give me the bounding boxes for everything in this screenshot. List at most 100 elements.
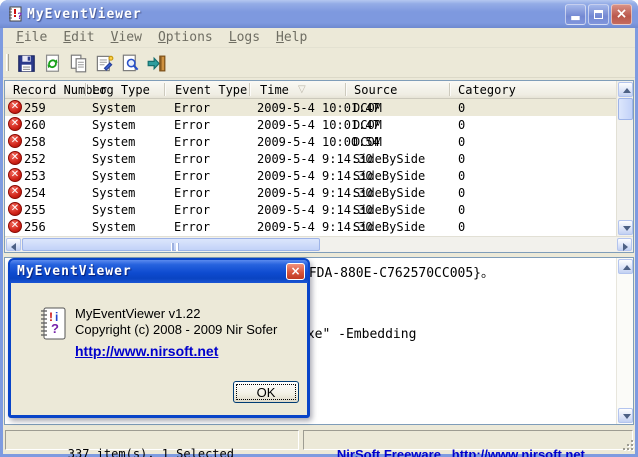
column-separator[interactable]: [85, 83, 86, 96]
minimize-icon: ▬: [570, 11, 581, 24]
scroll-left-button[interactable]: [6, 238, 21, 251]
maximize-button[interactable]: [588, 4, 609, 25]
column-separator[interactable]: [164, 83, 165, 96]
cell-category: 0: [458, 152, 466, 166]
toolbar-grip: [6, 54, 9, 71]
cell-log-type: System: [92, 220, 136, 234]
arrow-left-icon: [11, 243, 16, 251]
dialog-title-bar[interactable]: MyEventViewer ×: [10, 260, 308, 283]
column-source[interactable]: Source: [354, 83, 397, 97]
app-notebook-icon: ?: [9, 6, 22, 22]
column-separator[interactable]: [449, 83, 450, 96]
cell-source: SideBySide: [353, 220, 426, 234]
scroll-down-button[interactable]: [618, 220, 633, 235]
column-separator[interactable]: [249, 83, 250, 96]
status-items-panel: 337 item(s), 1 Selected: [5, 430, 299, 457]
find-icon: [122, 54, 138, 71]
menu-edit[interactable]: Edit: [55, 29, 102, 47]
cell-log-type: System: [92, 203, 136, 217]
refresh-button[interactable]: [39, 51, 65, 76]
column-log-type[interactable]: Log Type: [92, 83, 150, 97]
menu-logs[interactable]: Logs: [221, 29, 268, 47]
cell-source: DCOM: [353, 118, 382, 132]
error-icon: ✕: [8, 219, 22, 233]
event-row[interactable]: ✕ 258 System Error 2009-5-4 10:00:54 DCO…: [5, 133, 616, 150]
cell-source: SideBySide: [353, 203, 426, 217]
event-row[interactable]: ✕ 254 System Error 2009-5-4 9:14:30 Side…: [5, 184, 616, 201]
cell-log-type: System: [92, 118, 136, 132]
arrow-down-icon: [623, 414, 631, 419]
cell-log-type: System: [92, 135, 136, 149]
save-button[interactable]: [13, 51, 39, 76]
scroll-right-button[interactable]: [617, 238, 632, 251]
cell-event-type: Error: [174, 135, 211, 149]
cell-source: DCOM: [353, 135, 382, 149]
toolbar: [3, 49, 635, 78]
resize-grip[interactable]: [620, 437, 633, 450]
event-row[interactable]: ✕ 260 System Error 2009-5-4 10:01:47 DCO…: [5, 116, 616, 133]
scroll-thumb[interactable]: [22, 238, 320, 251]
cell-event-type: Error: [174, 203, 211, 217]
scroll-up-button[interactable]: [618, 82, 633, 97]
refresh-icon: [45, 54, 59, 72]
event-row[interactable]: ✕ 259 System Error 2009-5-4 10:01:47 DCO…: [5, 99, 616, 116]
error-icon: ✕: [8, 100, 22, 114]
cell-event-type: Error: [174, 220, 211, 234]
status-branding-text: NirSoft Freeware. http://www.nirsoft.net: [336, 447, 585, 457]
details-vertical-scrollbar[interactable]: [616, 258, 633, 424]
arrow-up-icon: [623, 265, 631, 270]
ok-button[interactable]: OK: [233, 381, 299, 403]
cell-category: 0: [458, 203, 466, 217]
scroll-thumb[interactable]: [618, 98, 633, 120]
save-icon: [17, 54, 35, 72]
nirsoft-link[interactable]: http://www.nirsoft.net: [75, 343, 218, 359]
menu-help[interactable]: Help: [268, 29, 315, 47]
column-event-type[interactable]: Event Type: [175, 83, 247, 97]
list-horizontal-scrollbar[interactable]: [5, 236, 633, 252]
cell-category: 0: [458, 135, 466, 149]
about-dialog: MyEventViewer × ! i ? MyEventViewer v1.2…: [8, 258, 310, 418]
event-row[interactable]: ✕ 253 System Error 2009-5-4 9:14:30 Side…: [5, 167, 616, 184]
menu-file[interactable]: File: [8, 29, 55, 47]
close-icon: ×: [290, 264, 301, 278]
cell-event-type: Error: [174, 101, 211, 115]
cell-record-number: 258: [24, 135, 46, 149]
status-bar: 337 item(s), 1 Selected NirSoft Freeware…: [3, 428, 635, 457]
menu-view[interactable]: View: [103, 29, 150, 47]
client-area: File Edit View Options Logs Help Record …: [3, 28, 635, 457]
exit-icon: [147, 55, 165, 71]
cell-category: 0: [458, 186, 466, 200]
minimize-button[interactable]: ▬: [565, 4, 586, 25]
copy-button[interactable]: [65, 51, 91, 76]
event-row[interactable]: ✕ 256 System Error 2009-5-4 9:14:30 Side…: [5, 218, 616, 235]
properties-button[interactable]: [91, 51, 117, 76]
list-vertical-scrollbar[interactable]: [616, 81, 633, 236]
column-separator[interactable]: [345, 83, 346, 96]
exit-button[interactable]: [143, 51, 169, 76]
menu-options[interactable]: Options: [150, 29, 221, 47]
cell-category: 0: [458, 118, 466, 132]
app-window: ? MyEventViewer ▬ × File Edit View Optio…: [0, 0, 638, 457]
cell-record-number: 256: [24, 220, 46, 234]
error-icon: ✕: [8, 134, 22, 148]
column-time[interactable]: Time: [260, 83, 289, 97]
scroll-up-button[interactable]: [618, 259, 633, 274]
about-version: MyEventViewer v1.22: [75, 306, 201, 321]
dialog-title: MyEventViewer: [17, 264, 132, 279]
scroll-down-button[interactable]: [618, 408, 633, 423]
close-icon: ×: [615, 6, 628, 22]
description-fragment-guid: 4FDA-880E-C762570CC005}。: [301, 266, 495, 281]
title-bar[interactable]: ? MyEventViewer ▬ ×: [0, 0, 638, 28]
event-row[interactable]: ✕ 252 System Error 2009-5-4 9:14:30 Side…: [5, 150, 616, 167]
column-category[interactable]: Category: [458, 83, 516, 97]
status-branding-panel: NirSoft Freeware. http://www.nirsoft.net: [303, 430, 633, 457]
event-list-rows: ✕ 259 System Error 2009-5-4 10:01:47 DCO…: [5, 99, 616, 237]
status-items-text: 337 item(s), 1 Selected: [67, 447, 234, 457]
event-row[interactable]: ✕ 255 System Error 2009-5-4 9:14:30 Side…: [5, 201, 616, 218]
cell-source: DCOM: [353, 101, 382, 115]
dialog-close-button[interactable]: ×: [286, 263, 305, 280]
sort-descending-icon: ▽: [298, 84, 306, 95]
find-button[interactable]: [117, 51, 143, 76]
cell-record-number: 254: [24, 186, 46, 200]
close-button[interactable]: ×: [611, 4, 632, 25]
